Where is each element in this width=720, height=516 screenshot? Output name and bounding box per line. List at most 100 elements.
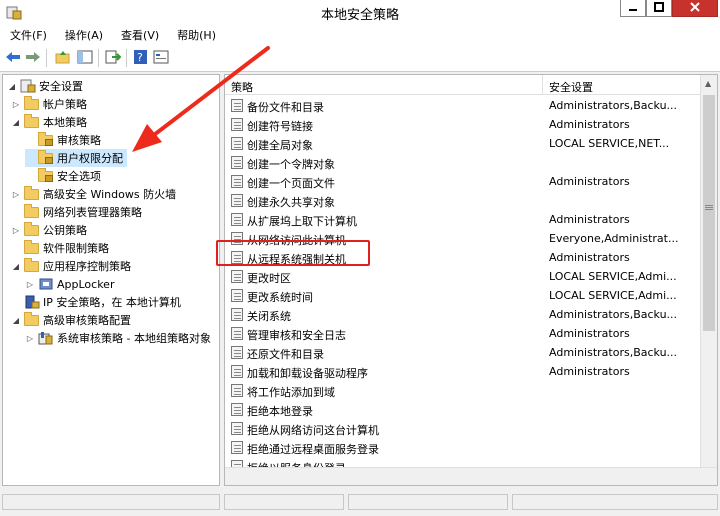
status-bar bbox=[0, 488, 720, 516]
policy-name: 更改系统时间 bbox=[247, 291, 313, 304]
console-tree: ◢ 安全设置 ▷ 帐户策略 ◢ 本地策略 审核策略 用户权限分配 安全选项 ▷ … bbox=[2, 74, 220, 486]
table-row[interactable]: 创建符号链接 Administrators bbox=[225, 115, 695, 134]
forward-button[interactable] bbox=[24, 50, 42, 66]
tree-item-security-settings[interactable]: ◢ 安全设置 bbox=[7, 77, 83, 95]
folder-icon bbox=[24, 186, 40, 201]
policy-icon bbox=[231, 175, 243, 188]
security-setting-value: Everyone,Administrat... bbox=[549, 232, 679, 245]
export-list-button[interactable] bbox=[104, 50, 122, 66]
table-row[interactable]: 拒绝从网络访问这台计算机 bbox=[225, 419, 695, 438]
tree-item-applocker[interactable]: ▷ AppLocker bbox=[25, 275, 115, 293]
up-folder-button[interactable] bbox=[54, 50, 72, 66]
tree-item-local-policies[interactable]: ◢ 本地策略 bbox=[11, 113, 87, 131]
menu-view[interactable]: 查看(V) bbox=[111, 24, 167, 44]
toolbar: ? bbox=[0, 44, 720, 72]
folder-icon bbox=[24, 96, 40, 111]
column-header-policy[interactable]: 策略 bbox=[225, 75, 543, 95]
collapse-icon[interactable]: ◢ bbox=[11, 262, 21, 271]
table-row[interactable]: 创建全局对象 LOCAL SERVICE,NET... bbox=[225, 134, 695, 153]
tree-item-label: 软件限制策略 bbox=[43, 242, 109, 255]
toolbar-separator bbox=[126, 49, 127, 67]
locked-folder-icon bbox=[38, 150, 54, 165]
expand-icon[interactable]: ▷ bbox=[25, 280, 35, 289]
menu-action[interactable]: 操作(A) bbox=[55, 24, 111, 44]
policy-name: 管理审核和安全日志 bbox=[247, 329, 346, 342]
tree-item-advanced-audit-policy[interactable]: ◢ 高级审核策略配置 bbox=[11, 311, 131, 329]
security-setting-value: LOCAL SERVICE,Admi... bbox=[549, 270, 677, 283]
security-settings-icon bbox=[20, 79, 36, 93]
collapse-icon[interactable]: ◢ bbox=[11, 118, 21, 127]
minimize-button[interactable] bbox=[620, 0, 646, 17]
policy-name: 更改时区 bbox=[247, 272, 291, 285]
security-setting-value: Administrators bbox=[549, 251, 630, 264]
close-button[interactable] bbox=[672, 0, 718, 17]
tree-item-label: 高级安全 Windows 防火墙 bbox=[43, 188, 177, 201]
tree-item-label: 安全设置 bbox=[39, 80, 83, 93]
properties-button[interactable] bbox=[152, 50, 170, 66]
table-row[interactable]: 备份文件和目录 Administrators,Backu... bbox=[225, 96, 695, 115]
security-setting-value: Administrators bbox=[549, 213, 630, 226]
tree-item-network-list-manager[interactable]: 网络列表管理器策略 bbox=[11, 203, 142, 221]
policy-icon bbox=[231, 194, 243, 207]
table-row[interactable]: 创建永久共享对象 bbox=[225, 191, 695, 210]
tree-item-label: 安全选项 bbox=[57, 170, 101, 183]
expand-icon[interactable]: ▷ bbox=[25, 334, 35, 343]
policy-name: 关闭系统 bbox=[247, 310, 291, 323]
tree-item-ip-security[interactable]: IP 安全策略，在 本地计算机 bbox=[11, 293, 181, 311]
tree-item-label: 用户权限分配 bbox=[57, 152, 123, 165]
tree-item-security-options[interactable]: 安全选项 bbox=[25, 167, 101, 185]
horizontal-scrollbar[interactable] bbox=[225, 467, 717, 485]
collapse-icon[interactable]: ◢ bbox=[11, 316, 21, 325]
policy-name: 备份文件和目录 bbox=[247, 101, 324, 114]
table-row[interactable]: 将工作站添加到域 bbox=[225, 381, 695, 400]
menu-file[interactable]: 文件(F) bbox=[0, 24, 55, 44]
table-row[interactable]: 从扩展坞上取下计算机 Administrators bbox=[225, 210, 695, 229]
tree-item-software-restriction[interactable]: 软件限制策略 bbox=[11, 239, 109, 257]
folder-icon bbox=[24, 240, 40, 255]
window-title: 本地安全策略 bbox=[320, 8, 399, 23]
table-row[interactable]: 更改系统时间 LOCAL SERVICE,Admi... bbox=[225, 286, 695, 305]
expand-icon[interactable]: ▷ bbox=[11, 100, 21, 109]
table-row[interactable]: 拒绝本地登录 bbox=[225, 400, 695, 419]
tree-item-application-control[interactable]: ◢ 应用程序控制策略 bbox=[11, 257, 131, 275]
tree-item-windows-firewall[interactable]: ▷ 高级安全 Windows 防火墙 bbox=[11, 185, 176, 203]
tree-item-label: 高级审核策略配置 bbox=[43, 314, 131, 327]
audit-policy-icon bbox=[38, 331, 54, 345]
scrollbar-thumb[interactable] bbox=[703, 95, 715, 331]
table-row[interactable]: 加载和卸载设备驱动程序 Administrators bbox=[225, 362, 695, 381]
maximize-icon bbox=[654, 1, 664, 15]
minimize-icon bbox=[628, 1, 638, 15]
help-button[interactable]: ? bbox=[132, 49, 150, 66]
collapse-icon[interactable]: ◢ bbox=[7, 82, 17, 91]
status-cell bbox=[224, 494, 344, 510]
menu-help[interactable]: 帮助(H) bbox=[167, 24, 224, 44]
column-header-security-setting[interactable]: 安全设置 bbox=[543, 75, 701, 95]
tree-item-public-key-policies[interactable]: ▷ 公钥策略 bbox=[11, 221, 87, 239]
vertical-scrollbar[interactable]: ▲ bbox=[700, 75, 717, 467]
expand-icon[interactable]: ▷ bbox=[11, 190, 21, 199]
table-row[interactable]: 创建一个页面文件 Administrators bbox=[225, 172, 695, 191]
applocker-icon bbox=[38, 277, 54, 291]
policy-name: 创建一个页面文件 bbox=[247, 177, 335, 190]
table-row[interactable]: 关闭系统 Administrators,Backu... bbox=[225, 305, 695, 324]
table-row[interactable]: 还原文件和目录 Administrators,Backu... bbox=[225, 343, 695, 362]
table-row[interactable]: 更改时区 LOCAL SERVICE,Admi... bbox=[225, 267, 695, 286]
tree-item-label: 应用程序控制策略 bbox=[43, 260, 131, 273]
tree-item-user-rights-assignment[interactable]: 用户权限分配 bbox=[25, 149, 127, 167]
security-setting-value: LOCAL SERVICE,NET... bbox=[549, 137, 670, 150]
tree-item-account-policies[interactable]: ▷ 帐户策略 bbox=[11, 95, 87, 113]
scroll-up-icon[interactable]: ▲ bbox=[705, 79, 711, 88]
show-hide-tree-button[interactable] bbox=[76, 50, 94, 66]
tree-item-audit-policy[interactable]: 审核策略 bbox=[25, 131, 101, 149]
table-row[interactable]: 创建一个令牌对象 bbox=[225, 153, 695, 172]
policy-name: 创建一个令牌对象 bbox=[247, 158, 335, 171]
policy-icon bbox=[231, 403, 243, 416]
title-bar: 本地安全策略 bbox=[0, 0, 720, 24]
maximize-button[interactable] bbox=[646, 0, 672, 17]
back-button[interactable] bbox=[4, 50, 22, 66]
tree-item-system-audit-policies[interactable]: ▷ 系统审核策略 - 本地组策略对象 bbox=[25, 329, 211, 347]
policy-icon bbox=[231, 441, 243, 454]
table-row[interactable]: 管理审核和安全日志 Administrators bbox=[225, 324, 695, 343]
table-row[interactable]: 拒绝通过远程桌面服务登录 bbox=[225, 438, 695, 457]
expand-icon[interactable]: ▷ bbox=[11, 226, 21, 235]
